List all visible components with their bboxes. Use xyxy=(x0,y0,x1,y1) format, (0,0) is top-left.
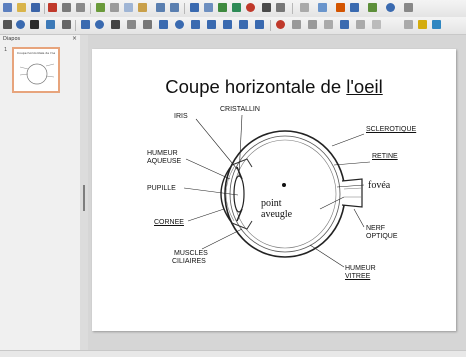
label-sclerotique: SCLEROTIQUE xyxy=(366,126,417,133)
paste-icon[interactable] xyxy=(138,3,147,12)
fill-color-icon[interactable] xyxy=(46,20,55,29)
toolbar-separator xyxy=(292,3,293,14)
basic-shapes-icon[interactable] xyxy=(159,20,168,29)
toggle-extrusion-icon[interactable] xyxy=(418,20,427,29)
select-icon[interactable] xyxy=(3,20,12,29)
retina-outline xyxy=(233,139,337,249)
hyperlink-icon[interactable] xyxy=(300,3,309,12)
glue-points-icon[interactable] xyxy=(404,20,413,29)
table-icon[interactable] xyxy=(204,3,213,12)
rectangle-icon[interactable] xyxy=(81,20,90,29)
label-cristallin: CRISTALLIN xyxy=(220,106,260,113)
toolbar-separator xyxy=(44,3,45,14)
view-icon[interactable] xyxy=(368,3,377,12)
stars-icon[interactable] xyxy=(239,20,248,29)
image-icon[interactable] xyxy=(232,3,241,12)
gallery-icon[interactable] xyxy=(432,20,441,29)
leader-iris xyxy=(195,118,238,170)
leader-retine xyxy=(333,161,371,166)
callouts-icon[interactable] xyxy=(223,20,232,29)
text-icon[interactable] xyxy=(30,20,39,29)
connector-icon[interactable] xyxy=(143,20,152,29)
flowchart-icon[interactable] xyxy=(207,20,216,29)
label-humeur-aqueuse-line1: HUMEUR xyxy=(147,150,178,157)
slide-thumbnail-number: 1 xyxy=(4,47,8,53)
toolbar-separator xyxy=(90,3,91,14)
copy-icon[interactable] xyxy=(124,3,133,12)
redo-icon[interactable] xyxy=(170,3,179,12)
help-icon[interactable] xyxy=(386,3,395,12)
3d-objects-icon[interactable] xyxy=(255,20,264,29)
leader-sclerotique xyxy=(331,133,365,147)
close-icon[interactable]: × xyxy=(72,35,77,42)
slide-thumbnail-eye-icon xyxy=(19,63,55,85)
label-point-aveugle-line1: point xyxy=(261,198,282,209)
toolbar-separator xyxy=(270,20,271,31)
label-point-aveugle-line2: aveugle xyxy=(261,209,293,220)
line-icon[interactable] xyxy=(62,20,71,29)
new-document-icon[interactable] xyxy=(3,3,12,12)
find-replace-icon[interactable] xyxy=(190,3,199,12)
leader-humeur-aqueuse xyxy=(185,158,231,180)
display-icon[interactable] xyxy=(350,3,359,12)
choroid-outline xyxy=(229,135,341,253)
leader-nerf xyxy=(353,208,365,228)
leader-humeur-vitree xyxy=(309,244,345,268)
label-nerf-line1: NERF xyxy=(366,225,386,232)
label-fovea: fovéa xyxy=(368,180,391,191)
crop-icon[interactable] xyxy=(356,20,365,29)
textbox-icon[interactable] xyxy=(262,3,271,12)
slide-canvas[interactable]: Coupe horizontale de l'oeil CRISTALLIN I… xyxy=(92,49,456,331)
label-humeur-vitree-line2: VITREE xyxy=(345,273,371,280)
leader-cornee xyxy=(187,208,225,222)
cut-icon[interactable] xyxy=(110,3,119,12)
more-icon[interactable] xyxy=(404,3,413,12)
rotate-icon[interactable] xyxy=(276,20,285,29)
optic-nerve xyxy=(341,178,363,208)
toolbar-separator xyxy=(75,20,76,31)
label-nerf-line2: OPTIQUE xyxy=(366,233,398,240)
undo-icon[interactable] xyxy=(156,3,165,12)
drawing-toolbar xyxy=(0,17,466,35)
slides-pane-title: Diapos xyxy=(3,36,21,42)
splitter-grip[interactable] xyxy=(83,185,85,211)
block-arrows-icon[interactable] xyxy=(191,20,200,29)
print-icon[interactable] xyxy=(62,3,71,12)
standard-toolbar xyxy=(0,0,466,18)
arrow-icon[interactable] xyxy=(111,20,120,29)
distribute-icon[interactable] xyxy=(324,20,333,29)
lens xyxy=(233,175,245,213)
label-muscles-line1: MUSCLES xyxy=(174,250,208,257)
slide-icon[interactable] xyxy=(318,3,327,12)
label-cornee: CORNEE xyxy=(154,219,184,226)
export-pdf-icon[interactable] xyxy=(48,3,57,12)
arrange-icon[interactable] xyxy=(308,20,317,29)
label-humeur-aqueuse-line2: AQUEUSE xyxy=(147,158,182,165)
filter-icon[interactable] xyxy=(372,20,381,29)
fovea-dot xyxy=(282,183,286,187)
spellcheck-icon[interactable] xyxy=(96,3,105,12)
label-pupille: PUPILLE xyxy=(147,185,176,192)
print-preview-icon[interactable] xyxy=(76,3,85,12)
curve-icon[interactable] xyxy=(127,20,136,29)
zoom-icon[interactable] xyxy=(16,20,25,29)
label-muscles-line2: CILIAIRES xyxy=(172,258,206,265)
leader-muscles xyxy=(201,228,243,250)
toolbar-separator xyxy=(184,3,185,14)
leader-point-aveugle xyxy=(319,196,345,210)
fontwork-icon[interactable] xyxy=(276,3,285,12)
open-folder-icon[interactable] xyxy=(17,3,26,12)
shadow-icon[interactable] xyxy=(340,20,349,29)
ellipse-icon[interactable] xyxy=(95,20,104,29)
label-retine: RETINE xyxy=(372,153,398,160)
label-humeur-vitree-line1: HUMEUR xyxy=(345,265,376,272)
align-icon[interactable] xyxy=(292,20,301,29)
start-slideshow-icon[interactable] xyxy=(336,3,345,12)
chart-icon[interactable] xyxy=(218,3,227,12)
label-iris: IRIS xyxy=(174,113,188,120)
slide-thumbnail[interactable]: Coupe horizontale de l'oeil xyxy=(12,47,60,93)
media-icon[interactable] xyxy=(246,3,255,12)
symbol-shapes-icon[interactable] xyxy=(175,20,184,29)
save-icon[interactable] xyxy=(31,3,40,12)
